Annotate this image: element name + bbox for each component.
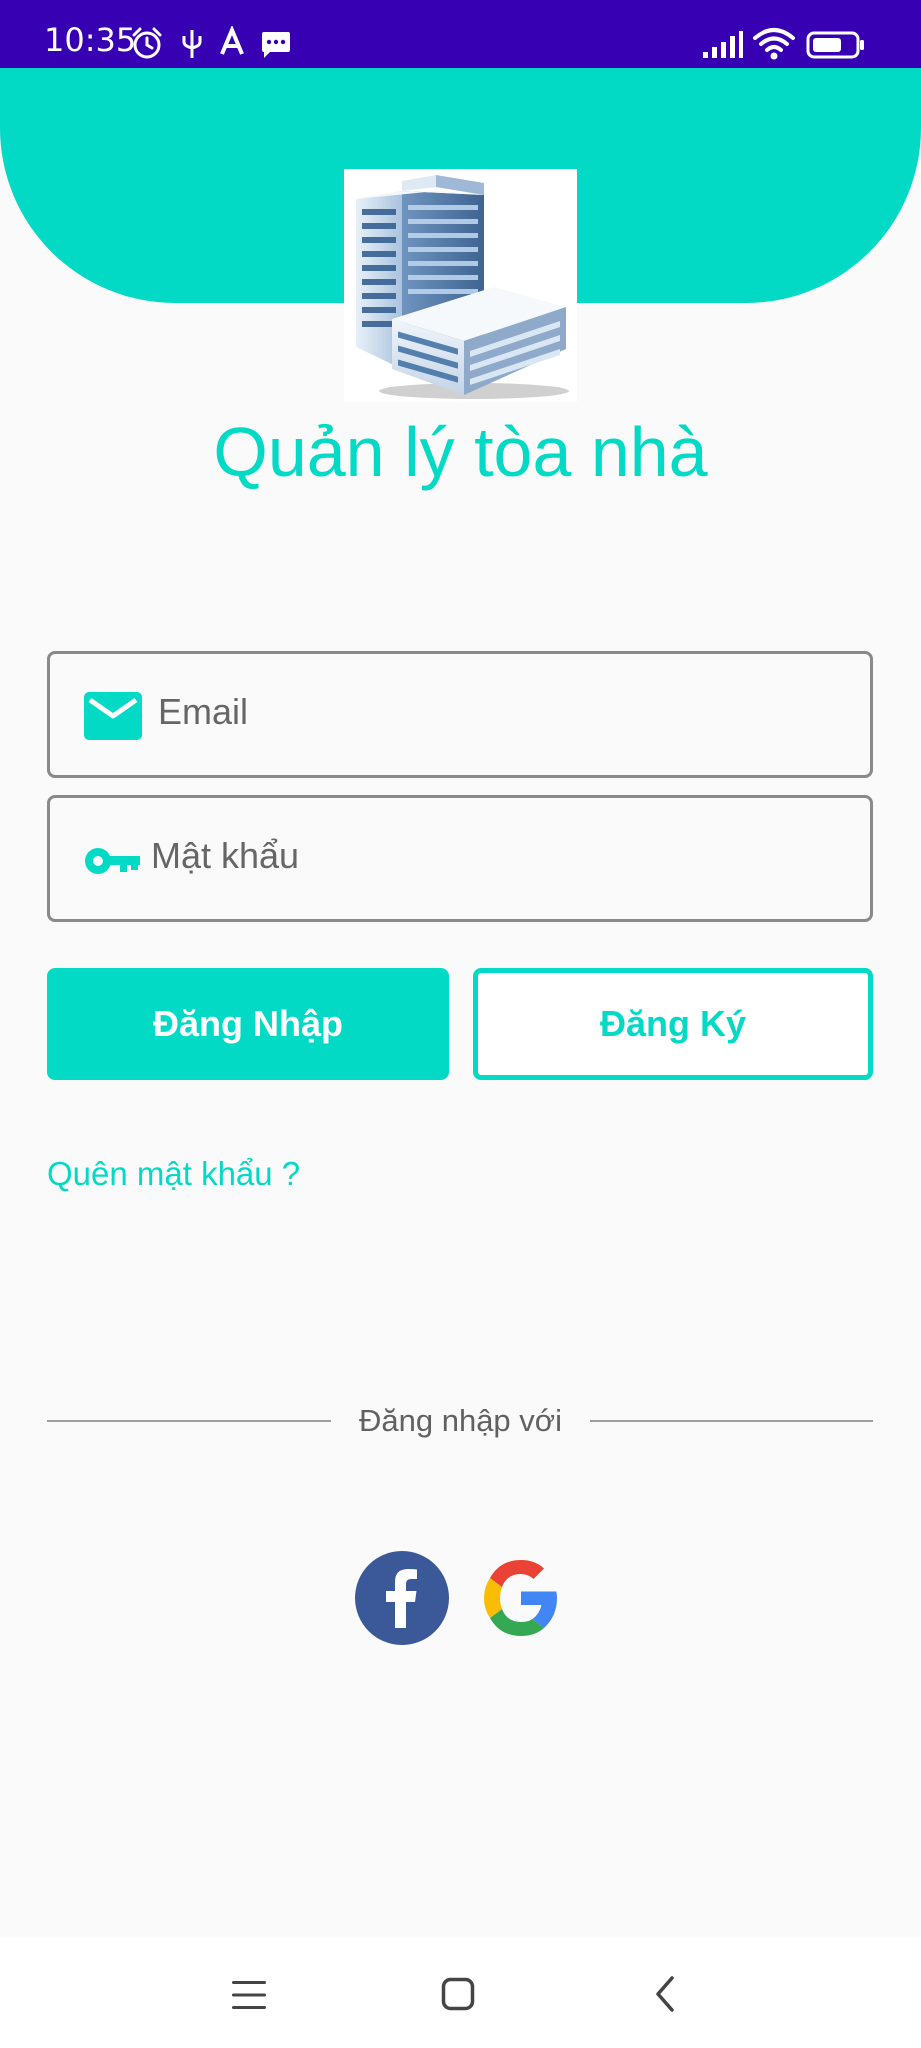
email-icon: [84, 692, 142, 740]
divider-line-right: [590, 1420, 873, 1422]
battery-icon: [806, 31, 864, 59]
signal-icon: [703, 31, 743, 58]
app-title: Quản lý tòa nhà: [213, 413, 708, 491]
alarm-icon: [132, 27, 162, 59]
login-button[interactable]: Đăng Nhập: [47, 968, 449, 1080]
building-logo: [344, 169, 577, 402]
status-bar: 10:35: [0, 0, 921, 68]
forgot-password-link[interactable]: Quên mật khẩu ?: [47, 1157, 300, 1190]
menu-icon[interactable]: [230, 1979, 268, 2011]
a-notification-icon: [220, 26, 244, 55]
status-time: 10:35: [44, 21, 137, 59]
facebook-icon[interactable]: [354, 1550, 450, 1646]
message-icon: [262, 32, 290, 58]
password-field[interactable]: Mật khẩu: [47, 795, 873, 922]
login-screen: 10:35 Quản lý tòa nhà Email Mật khẩu Đăn…: [0, 0, 921, 2048]
register-button[interactable]: Đăng Ký: [473, 968, 873, 1080]
key-icon: [85, 848, 140, 874]
navigation-bar: [0, 1937, 921, 2048]
email-field[interactable]: Email: [47, 651, 873, 778]
back-icon[interactable]: [654, 1975, 676, 2013]
google-icon[interactable]: [472, 1550, 568, 1646]
password-placeholder: Mật khẩu: [151, 835, 300, 876]
home-icon[interactable]: [441, 1977, 475, 2011]
building-illustration: [356, 175, 569, 399]
usb-icon: [182, 30, 202, 58]
wifi-icon: [753, 28, 795, 60]
email-placeholder: Email: [158, 691, 249, 732]
